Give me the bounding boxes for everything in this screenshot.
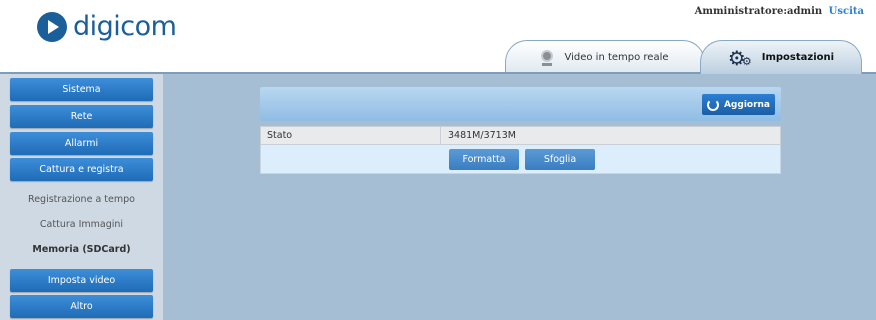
browse-button[interactable]: Sfoglia <box>525 149 595 170</box>
tab-label: Video in tempo reale <box>564 52 669 63</box>
status-value: 3481M/3713M <box>448 130 516 141</box>
sidebar-item-altro[interactable]: Altro <box>10 295 153 318</box>
sidebar-sub-registrazione[interactable]: Registrazione a tempo <box>0 194 163 205</box>
sidebar-item-cattura-registra[interactable]: Cattura e registra <box>10 158 153 181</box>
sidebar: Sistema Rete Allarmi Cattura e registra … <box>0 74 163 320</box>
status-row: Stato 3481M/3713M <box>260 126 781 145</box>
refresh-button[interactable]: Aggiorna <box>702 94 775 115</box>
sidebar-item-rete[interactable]: Rete <box>10 105 153 128</box>
user-bar: Amministratore:admin Uscita <box>695 6 864 17</box>
tab-settings[interactable]: ⚙ ⚙ Impostazioni <box>700 40 862 74</box>
panel-header: Aggiorna <box>260 87 781 121</box>
sidebar-sub-cattura-immagini[interactable]: Cattura Immagini <box>0 219 163 230</box>
sidebar-item-sistema[interactable]: Sistema <box>10 78 153 101</box>
refresh-icon <box>706 98 719 111</box>
user-label: Amministratore:admin <box>694 6 823 17</box>
camera-icon <box>541 49 554 66</box>
tab-label: Impostazioni <box>761 52 835 63</box>
sidebar-item-allarmi[interactable]: Allarmi <box>10 132 153 155</box>
action-row: Formatta Sfoglia <box>260 145 781 174</box>
status-label: Stato <box>261 127 441 144</box>
tab-bar: Video in tempo reale ⚙ ⚙ Impostazioni <box>0 36 876 74</box>
gear-icon: ⚙ ⚙ <box>727 45 752 70</box>
sidebar-item-imposta-video[interactable]: Imposta video <box>10 269 153 292</box>
tab-live-video[interactable]: Video in tempo reale <box>505 40 705 74</box>
logout-link[interactable]: Uscita <box>829 6 864 17</box>
sidebar-sub-memoria[interactable]: Memoria (SDCard) <box>0 244 163 255</box>
format-button[interactable]: Formatta <box>449 149 519 170</box>
refresh-label: Aggiorna <box>723 99 771 110</box>
main-area: Sistema Rete Allarmi Cattura e registra … <box>0 72 876 320</box>
